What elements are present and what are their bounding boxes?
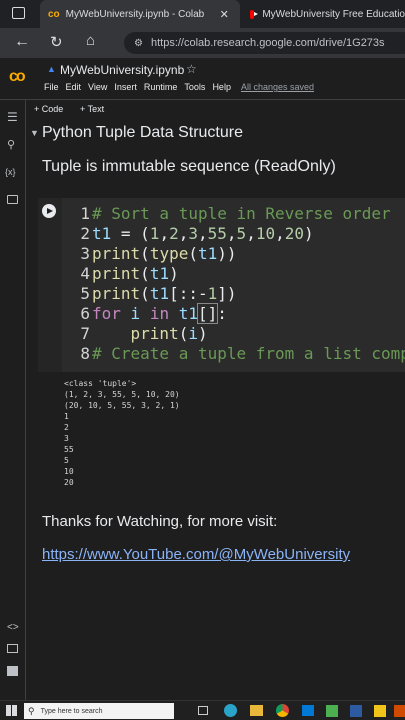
add-text-button[interactable]: + Text [80,104,104,114]
thanks-text: Thanks for Watching, for more visit: [42,513,278,530]
search-icon: ⚲ [28,705,35,716]
browser-tab-bar: co MyWebUniversity.ipynb - Colab ✕ MyWeb… [0,0,405,28]
window-icon[interactable] [12,7,25,19]
code-snippets-icon[interactable]: <> [7,622,19,633]
code-cell[interactable]: 1 # Sort a tuple in Reverse order 2 t1 = (… [38,198,405,372]
terminal-icon[interactable] [7,666,18,676]
menu-tools[interactable]: Tools [184,82,205,92]
address-bar: ← ↻ ⌂ ⚙ https://colab.research.google.co… [0,28,405,58]
notebook-title[interactable]: MyWebUniversity.ipynb [60,63,184,77]
output-text: <class 'tuple'> (1, 2, 3, 55, 5, 10, 20)… [64,378,180,488]
home-icon[interactable]: ⌂ [86,32,95,49]
command-palette-icon[interactable] [7,644,18,653]
url-text: https://colab.research.google.com/drive/… [150,37,385,49]
windows-taskbar: ⚲ Type here to search [0,700,405,720]
search-icon[interactable]: ⚲ [7,138,15,151]
youtube-link[interactable]: https://www.YouTube.com/@MyWebUniversity [42,546,350,563]
collapse-arrow-icon[interactable]: ▼ [30,128,39,138]
app-icon[interactable] [374,705,386,717]
site-info-icon[interactable]: ⚙ [134,38,143,49]
output-line: 3 [64,434,69,443]
menu-help[interactable]: Help [212,82,231,92]
save-status[interactable]: All changes saved [241,82,314,92]
windows-start-icon[interactable] [6,705,17,716]
url-input[interactable]: ⚙ https://colab.research.google.com/driv… [124,32,405,54]
menu-bar: File Edit View Insert Runtime Tools Help… [44,82,314,92]
taskbar-search-placeholder: Type here to search [40,707,103,715]
edge-app-icon[interactable] [224,704,237,717]
files-icon[interactable] [7,195,18,204]
notebook-toolbar: + Code + Text [26,100,405,118]
menu-insert[interactable]: Insert [114,82,137,92]
left-sidebar: ☰ ⚲ {x} <> [0,100,26,700]
chrome-app-icon[interactable] [276,704,289,717]
add-code-button[interactable]: + Code [34,104,63,114]
app-icon[interactable] [394,705,405,717]
output-line: 5 [64,456,69,465]
output-line: 2 [64,423,69,432]
file-explorer-icon[interactable] [250,705,263,716]
tab-youtube[interactable]: MyWebUniversity Free Educatio [244,0,405,28]
output-line: (1, 2, 3, 55, 5, 10, 20) [64,390,180,399]
colab-logo-icon[interactable]: co [9,68,26,86]
back-arrow-icon[interactable]: ← [14,33,30,51]
variables-icon[interactable]: {x} [5,167,16,177]
output-line: 10 [64,467,74,476]
toc-icon[interactable]: ☰ [7,110,18,124]
colab-header: co ▲ MyWebUniversity.ipynb ☆ File Edit V… [0,58,405,100]
code-editor[interactable]: 1 # Sort a tuple in Reverse order 2 t1 = (… [38,204,405,372]
star-icon[interactable]: ☆ [186,62,197,76]
youtube-favicon-icon [250,9,258,19]
store-app-icon[interactable] [302,705,314,716]
section-subtext: Tuple is immutable sequence (ReadOnly) [42,158,336,175]
taskbar-search-box[interactable]: ⚲ Type here to search [24,703,174,719]
output-line: 1 [64,412,69,421]
tab-label: MyWebUniversity Free Educatio [262,8,405,20]
tab-label: MyWebUniversity.ipynb - Colab [65,8,205,20]
drive-icon: ▲ [47,64,56,74]
section-heading: Python Tuple Data Structure [42,124,243,141]
menu-file[interactable]: File [44,82,59,92]
tab-colab[interactable]: co MyWebUniversity.ipynb - Colab ✕ [40,0,240,28]
app-icon[interactable] [350,705,362,717]
app-icon[interactable] [326,705,338,717]
task-view-icon[interactable] [198,706,208,715]
output-line: <class 'tuple'> [64,379,137,388]
cell-output: <class 'tuple'> (1, 2, 3, 55, 5, 10, 20)… [38,372,405,492]
output-line: (20, 10, 5, 55, 3, 2, 1) [64,401,180,410]
close-icon[interactable]: ✕ [220,8,229,21]
reload-icon[interactable]: ↻ [50,33,63,51]
output-line: 20 [64,478,74,487]
colab-favicon-icon: co [48,8,60,20]
output-line: 55 [64,445,74,454]
menu-edit[interactable]: Edit [66,82,82,92]
menu-runtime[interactable]: Runtime [144,82,178,92]
menu-view[interactable]: View [88,82,107,92]
